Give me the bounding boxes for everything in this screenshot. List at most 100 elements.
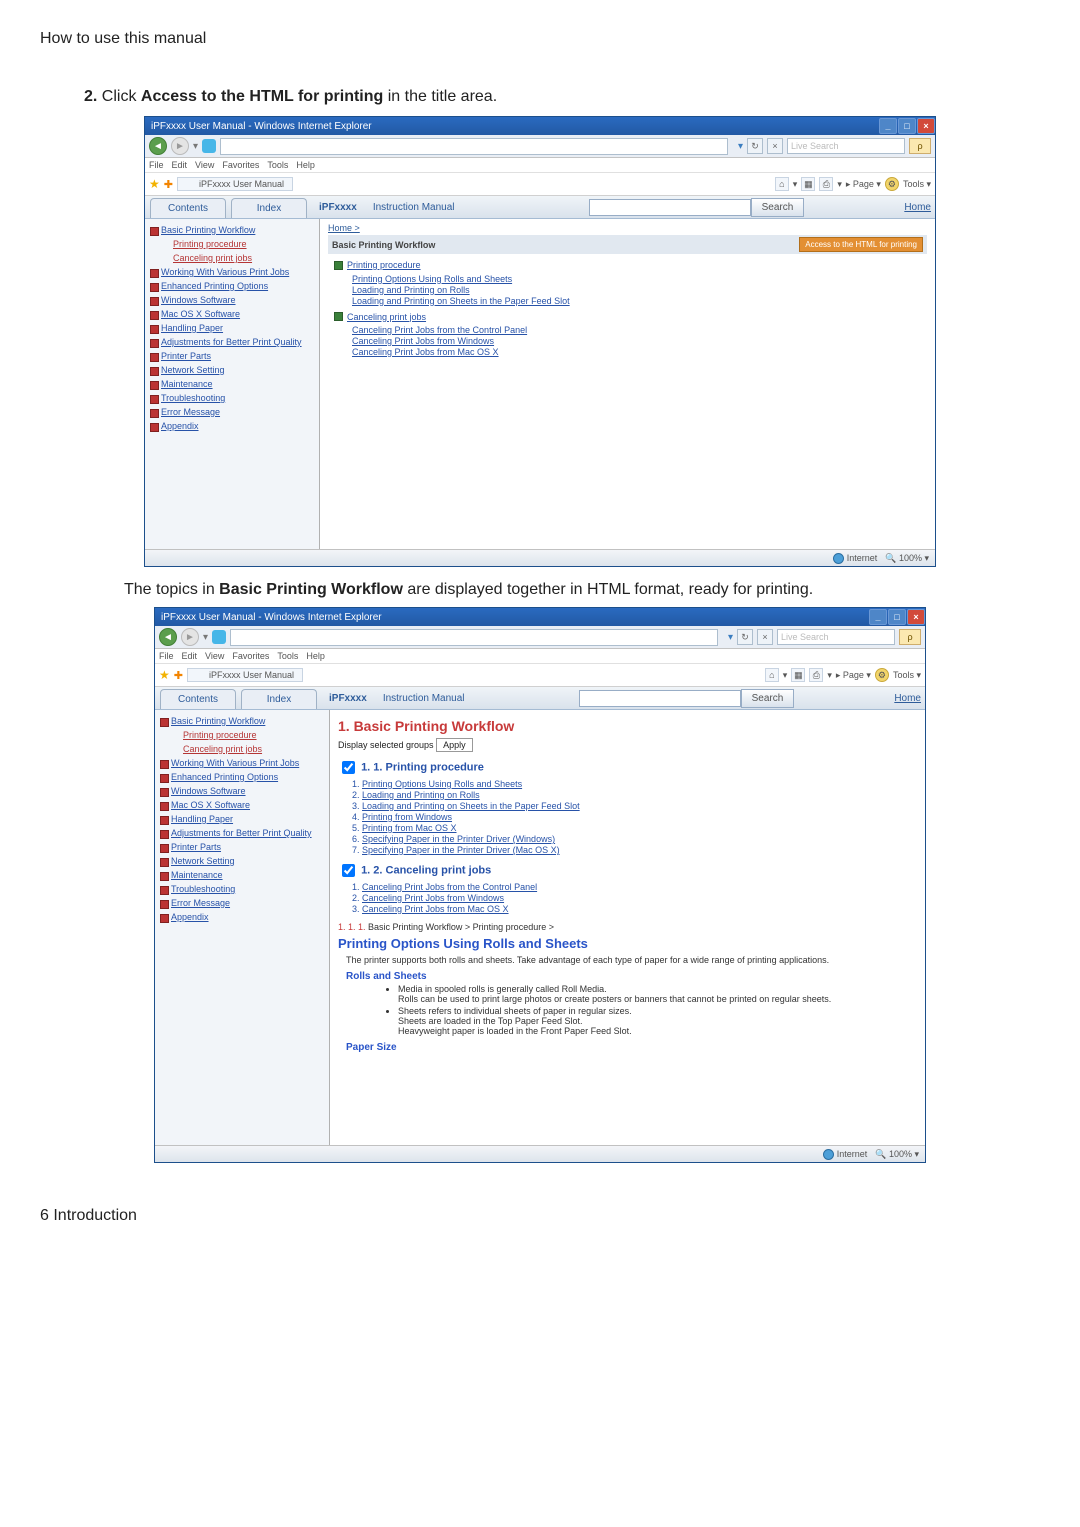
nav-windows-software[interactable]: Windows Software	[157, 784, 327, 798]
search-go-button[interactable]: ρ	[899, 629, 921, 645]
refresh-button[interactable]: ↻	[747, 138, 763, 154]
tools-menu[interactable]: Tools ▾	[893, 670, 921, 681]
menu-edit[interactable]: Edit	[182, 651, 198, 661]
nav-basic-printing-workflow[interactable]: Basic Printing Workflow	[157, 714, 327, 728]
tab-index[interactable]: Index	[231, 198, 307, 218]
nav-working-with-various[interactable]: Working With Various Print Jobs	[147, 265, 317, 279]
window-maximize-button[interactable]: □	[888, 609, 906, 625]
nav-printing-procedure[interactable]: Printing procedure	[157, 728, 327, 742]
s1-item-2[interactable]: Loading and Printing on Sheets in the Pa…	[362, 801, 917, 811]
tab-index[interactable]: Index	[241, 689, 317, 709]
browser-tab[interactable]: iPFxxxx User Manual	[177, 177, 293, 191]
nav-handling-paper[interactable]: Handling Paper	[147, 321, 317, 335]
manual-search-button[interactable]: Search	[751, 198, 805, 217]
add-favorite-icon[interactable]: ✚	[164, 178, 173, 191]
s2-item-1[interactable]: Canceling Print Jobs from Windows	[362, 893, 917, 903]
nav-appendix[interactable]: Appendix	[157, 910, 327, 924]
nav-troubleshooting[interactable]: Troubleshooting	[147, 391, 317, 405]
nav-enhanced-printing[interactable]: Enhanced Printing Options	[147, 279, 317, 293]
window-maximize-button[interactable]: □	[898, 118, 916, 134]
link-g2-1[interactable]: Canceling Print Jobs from Windows	[352, 336, 927, 346]
s2-item-0[interactable]: Canceling Print Jobs from the Control Pa…	[362, 882, 917, 892]
nav-canceling-print-jobs[interactable]: Canceling print jobs	[147, 251, 317, 265]
stop-button[interactable]: ×	[767, 138, 783, 154]
nav-printing-procedure[interactable]: Printing procedure	[147, 237, 317, 251]
print-icon[interactable]: ⎙	[819, 177, 833, 191]
nav-working-with-various[interactable]: Working With Various Print Jobs	[157, 756, 327, 770]
menu-tools[interactable]: Tools	[267, 160, 288, 170]
nav-printer-parts[interactable]: Printer Parts	[147, 349, 317, 363]
window-close-button[interactable]: ×	[917, 118, 935, 134]
feeds-icon[interactable]: ▦	[801, 177, 815, 191]
back-button[interactable]: ◄	[159, 628, 177, 646]
nav-adjustments[interactable]: Adjustments for Better Print Quality	[147, 335, 317, 349]
menu-view[interactable]: View	[195, 160, 214, 170]
nav-adjustments[interactable]: Adjustments for Better Print Quality	[157, 826, 327, 840]
home-link[interactable]: Home	[904, 202, 931, 213]
s1-item-0[interactable]: Printing Options Using Rolls and Sheets	[362, 779, 917, 789]
manual-search-input[interactable]	[589, 199, 751, 216]
menu-edit[interactable]: Edit	[172, 160, 188, 170]
feeds-icon[interactable]: ▦	[791, 668, 805, 682]
tab-contents[interactable]: Contents	[160, 689, 236, 709]
status-zoom[interactable]: 🔍 100% ▾	[885, 553, 929, 564]
browser-search-input[interactable]: Live Search	[787, 138, 905, 154]
menu-tools[interactable]: Tools	[277, 651, 298, 661]
nav-printer-parts[interactable]: Printer Parts	[157, 840, 327, 854]
group-head-canceling[interactable]: Canceling print jobs	[334, 312, 426, 322]
favorites-star-icon[interactable]: ★	[149, 177, 160, 191]
link-g2-2[interactable]: Canceling Print Jobs from Mac OS X	[352, 347, 927, 357]
tools-gear-icon[interactable]: ⚙	[875, 668, 889, 682]
s1-item-6[interactable]: Specifying Paper in the Printer Driver (…	[362, 845, 917, 855]
nav-maintenance[interactable]: Maintenance	[157, 868, 327, 882]
nav-maintenance[interactable]: Maintenance	[147, 377, 317, 391]
nav-canceling-print-jobs[interactable]: Canceling print jobs	[157, 742, 327, 756]
status-zoom[interactable]: 🔍 100% ▾	[875, 1149, 919, 1160]
menu-file[interactable]: File	[159, 651, 174, 661]
stop-button[interactable]: ×	[757, 629, 773, 645]
s1-item-1[interactable]: Loading and Printing on Rolls	[362, 790, 917, 800]
window-minimize-button[interactable]: _	[869, 609, 887, 625]
link-g1-1[interactable]: Loading and Printing on Rolls	[352, 285, 927, 295]
search-go-button[interactable]: ρ	[909, 138, 931, 154]
nav-macosx-software[interactable]: Mac OS X Software	[157, 798, 327, 812]
address-input[interactable]	[220, 138, 728, 155]
manual-search-input[interactable]	[579, 690, 741, 707]
link-g2-0[interactable]: Canceling Print Jobs from the Control Pa…	[352, 325, 927, 335]
nav-troubleshooting[interactable]: Troubleshooting	[157, 882, 327, 896]
home-icon[interactable]: ⌂	[765, 668, 779, 682]
address-input[interactable]	[230, 629, 718, 646]
access-html-button[interactable]: Access to the HTML for printing	[799, 237, 923, 252]
menu-help[interactable]: Help	[296, 160, 315, 170]
menu-help[interactable]: Help	[306, 651, 325, 661]
menu-file[interactable]: File	[149, 160, 164, 170]
forward-button[interactable]: ►	[181, 628, 199, 646]
s1-checkbox[interactable]	[342, 761, 355, 774]
s2-item-2[interactable]: Canceling Print Jobs from Mac OS X	[362, 904, 917, 914]
nav-basic-printing-workflow[interactable]: Basic Printing Workflow	[147, 223, 317, 237]
nav-network-setting[interactable]: Network Setting	[147, 363, 317, 377]
refresh-button[interactable]: ↻	[737, 629, 753, 645]
window-minimize-button[interactable]: _	[879, 118, 897, 134]
home-link[interactable]: Home	[894, 693, 921, 704]
window-close-button[interactable]: ×	[907, 609, 925, 625]
nav-enhanced-printing[interactable]: Enhanced Printing Options	[157, 770, 327, 784]
page-menu[interactable]: ▸ Page ▾	[846, 179, 881, 190]
crumb-home[interactable]: Home >	[328, 223, 360, 233]
nav-macosx-software[interactable]: Mac OS X Software	[147, 307, 317, 321]
tools-gear-icon[interactable]: ⚙	[885, 177, 899, 191]
menu-view[interactable]: View	[205, 651, 224, 661]
nav-error-message[interactable]: Error Message	[157, 896, 327, 910]
menu-favorites[interactable]: Favorites	[232, 651, 269, 661]
forward-button[interactable]: ►	[171, 137, 189, 155]
browser-tab[interactable]: iPFxxxx User Manual	[187, 668, 303, 682]
add-favorite-icon[interactable]: ✚	[174, 669, 183, 682]
apply-button[interactable]: Apply	[436, 738, 473, 752]
back-button[interactable]: ◄	[149, 137, 167, 155]
s1-item-4[interactable]: Printing from Mac OS X	[362, 823, 917, 833]
s1-item-5[interactable]: Specifying Paper in the Printer Driver (…	[362, 834, 917, 844]
nav-windows-software[interactable]: Windows Software	[147, 293, 317, 307]
link-g1-2[interactable]: Loading and Printing on Sheets in the Pa…	[352, 296, 927, 306]
tab-contents[interactable]: Contents	[150, 198, 226, 218]
nav-handling-paper[interactable]: Handling Paper	[157, 812, 327, 826]
